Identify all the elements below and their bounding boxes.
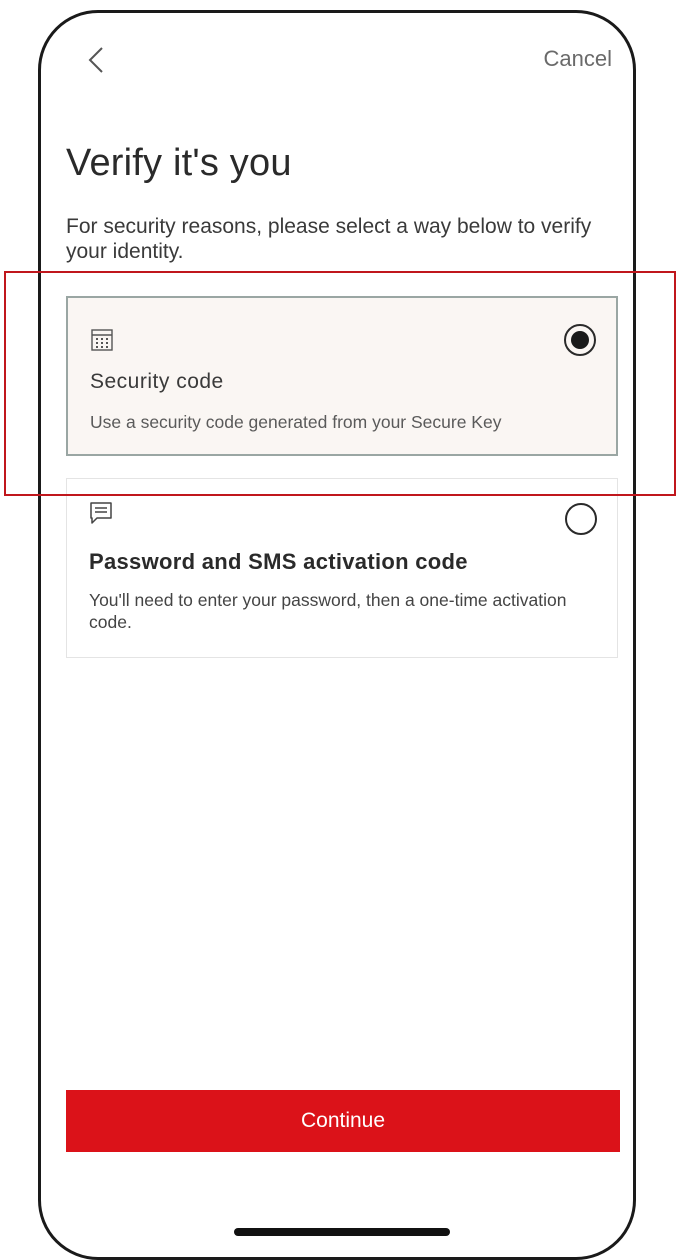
option-title: Password and SMS activation code xyxy=(89,549,468,574)
option-security-code[interactable]: Security code Use a security code genera… xyxy=(66,296,618,456)
radio-selected[interactable] xyxy=(564,324,596,356)
radio-dot xyxy=(571,331,589,349)
radio-unselected[interactable] xyxy=(565,503,597,535)
back-button[interactable] xyxy=(82,42,112,78)
page-title: Verify it's you xyxy=(66,142,292,184)
cancel-button[interactable]: Cancel xyxy=(544,46,612,72)
calculator-icon xyxy=(91,329,113,351)
option-title: Security code xyxy=(90,370,224,393)
option-password-sms[interactable]: Password and SMS activation code You'll … xyxy=(66,478,618,658)
option-description: Use a security code generated from your … xyxy=(90,412,502,432)
page-subtitle: For security reasons, please select a wa… xyxy=(66,215,592,263)
option-description: You'll need to enter your password, then… xyxy=(89,590,567,632)
continue-button[interactable]: Continue xyxy=(66,1090,620,1152)
chevron-left-icon xyxy=(88,47,103,73)
home-indicator xyxy=(234,1228,450,1236)
message-icon xyxy=(90,502,112,524)
